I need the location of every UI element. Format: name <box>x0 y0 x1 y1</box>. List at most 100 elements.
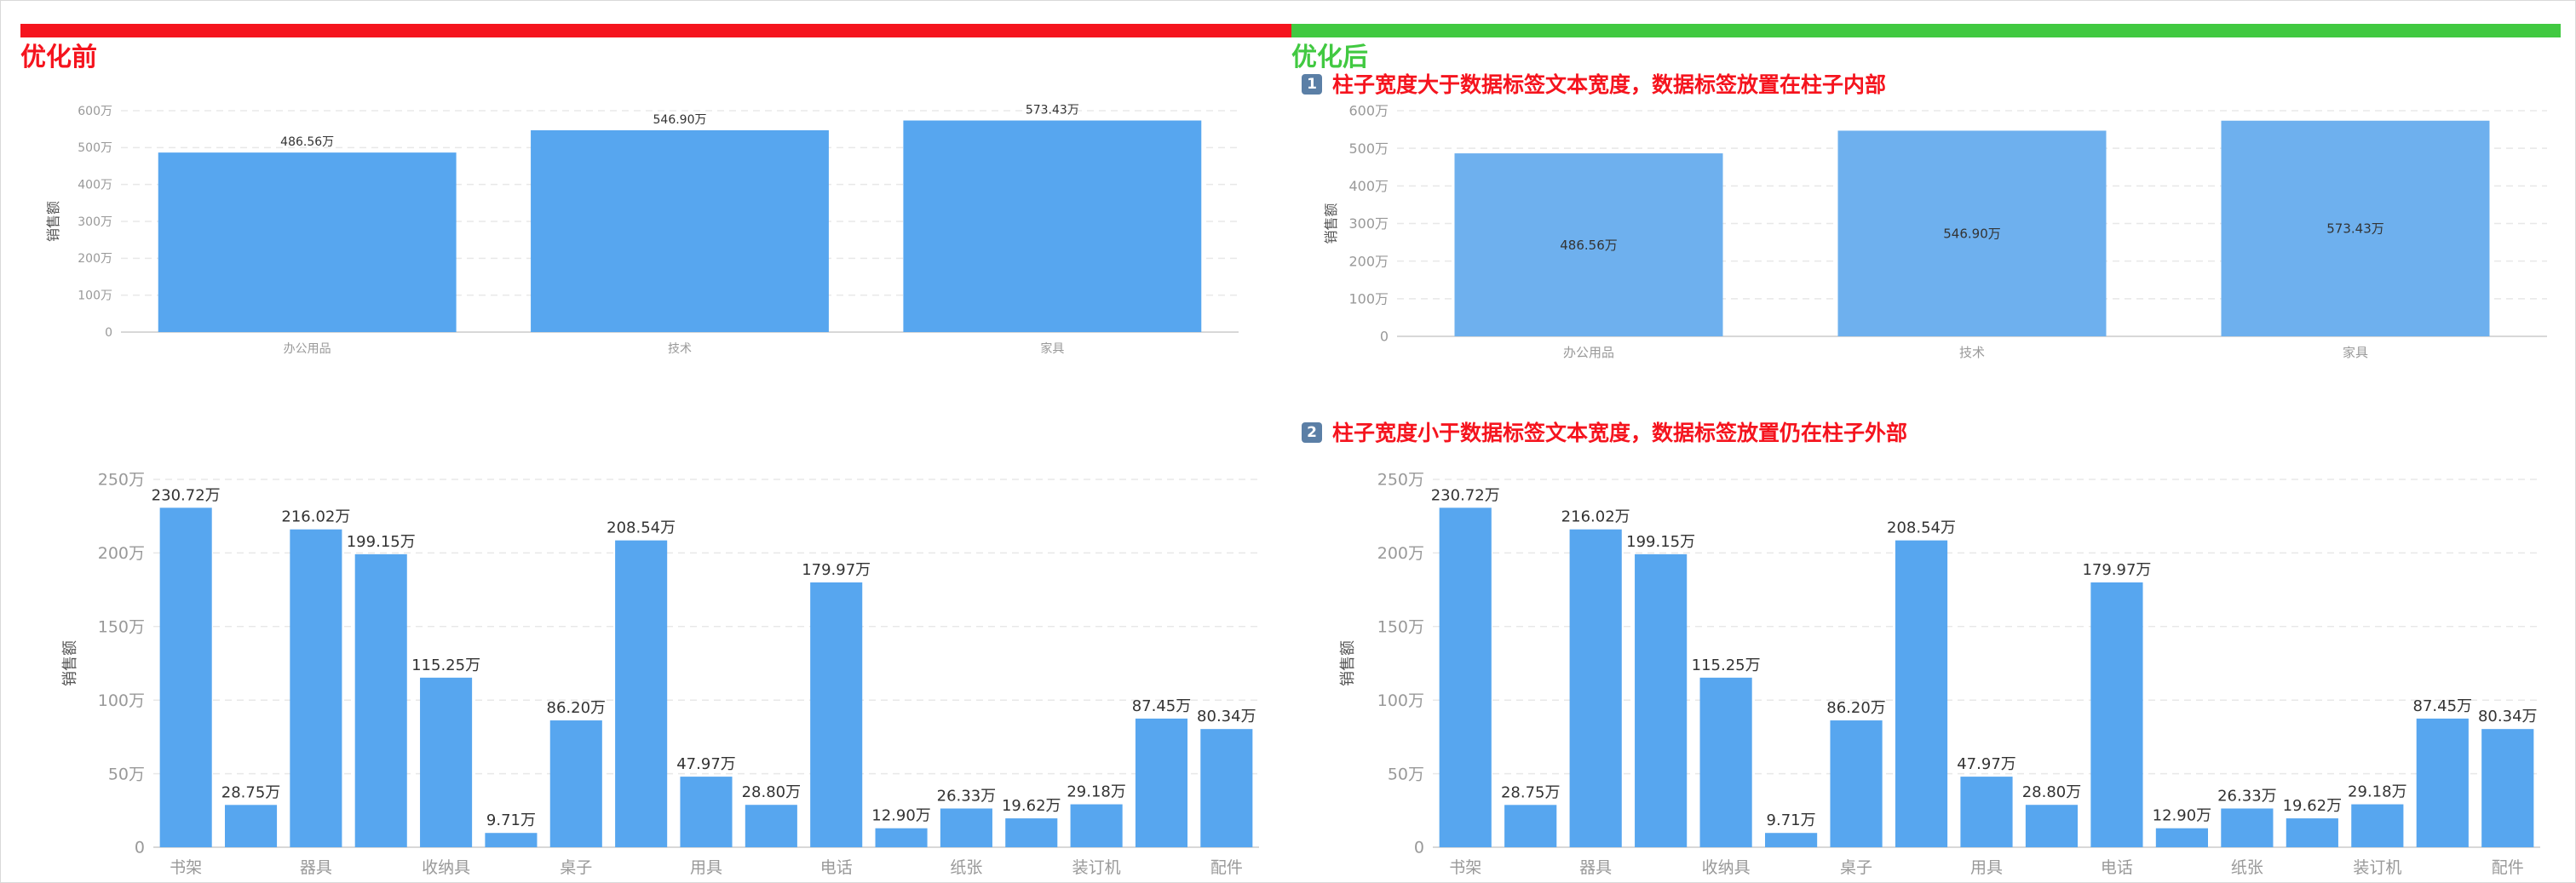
y-tick-label: 0 <box>135 839 145 857</box>
bar <box>1569 529 1622 847</box>
category-bar-chart-after: 0 100万 200万 300万 400万 500万 600万销售额 486.56万办公用品 5… <box>1323 103 2547 360</box>
bar <box>2221 808 2274 847</box>
data-label: 216.02万 <box>281 508 350 526</box>
data-label: 230.72万 <box>152 486 221 504</box>
data-label: 86.20万 <box>547 699 607 717</box>
bar <box>1699 677 1752 847</box>
bar <box>485 833 538 847</box>
bar <box>1200 729 1253 847</box>
data-label: 87.45万 <box>2413 697 2473 715</box>
y-tick-label: 100万 <box>1348 290 1389 307</box>
data-label: 12.90万 <box>871 807 931 825</box>
x-tick-label: 技术 <box>668 342 692 356</box>
bar <box>290 529 342 847</box>
y-tick-label: 100万 <box>78 290 112 303</box>
y-tick-label: 400万 <box>78 179 112 192</box>
data-label: 179.97万 <box>802 561 871 579</box>
bar <box>1765 833 1818 847</box>
bar <box>745 805 797 847</box>
x-tick-label: 书架 <box>1449 858 1481 877</box>
x-tick-label: 电话 <box>820 858 853 877</box>
y-tick-label: 150万 <box>98 617 145 636</box>
y-tick-label: 600万 <box>78 105 112 118</box>
category-bar-chart-before: 0 100万 200万 300万 400万 500万 600万销售额 486.56万办公用品 5… <box>45 104 1239 356</box>
y-tick-label: 200万 <box>78 252 112 266</box>
x-tick-label: 家具 <box>1040 341 1064 356</box>
data-label: 216.02万 <box>1561 508 1630 526</box>
data-label: 546.90万 <box>653 113 707 127</box>
data-label: 28.80万 <box>2022 783 2082 801</box>
x-tick-label: 收纳具 <box>422 858 470 877</box>
data-label: 29.18万 <box>1067 783 1126 801</box>
data-label: 47.97万 <box>1957 755 2016 773</box>
bar <box>2481 729 2534 847</box>
y-tick-label: 500万 <box>78 141 112 155</box>
bar <box>680 777 733 847</box>
bar <box>1830 720 1883 847</box>
bar <box>2090 582 2143 847</box>
y-tick-label: 50万 <box>108 765 145 783</box>
x-tick-label: 办公用品 <box>1563 345 1614 360</box>
bar <box>158 152 457 332</box>
bar <box>2155 828 2208 847</box>
y-tick-label: 200万 <box>1348 253 1389 269</box>
data-label: 28.75万 <box>1501 783 1561 801</box>
bar <box>354 553 407 847</box>
y-tick-label: 500万 <box>1348 140 1389 157</box>
data-label: 86.20万 <box>1826 699 1886 717</box>
data-label: 26.33万 <box>2217 788 2277 806</box>
subcategory-bar-chart-after: 0 50万 100万 150万 200万 250万销售额 230.72万书架 28.75万 21… <box>1339 471 2540 877</box>
y-tick-label: 250万 <box>1377 471 1424 490</box>
data-label: 115.25万 <box>1692 657 1761 674</box>
data-label: 28.75万 <box>221 783 281 801</box>
data-label: 9.71万 <box>1767 811 1816 829</box>
data-label: 9.71万 <box>486 811 536 829</box>
bar <box>1504 805 1557 847</box>
y-axis-title: 销售额 <box>45 201 61 242</box>
y-tick-label: 200万 <box>1377 544 1424 563</box>
bar <box>2025 805 2079 847</box>
bar <box>810 582 863 847</box>
data-label: 28.80万 <box>742 783 802 801</box>
bar <box>549 720 602 847</box>
bar <box>224 805 278 847</box>
data-label: 230.72万 <box>1431 486 1500 504</box>
y-tick-label: 200万 <box>98 544 145 563</box>
data-label: 80.34万 <box>2478 708 2538 725</box>
x-tick-label: 电话 <box>2101 858 2133 877</box>
x-tick-label: 办公用品 <box>284 342 331 356</box>
data-label: 12.90万 <box>2153 807 2212 825</box>
data-label: 486.56万 <box>1560 238 1618 253</box>
before-title: 优化前 <box>20 43 97 72</box>
bar <box>2416 718 2469 847</box>
x-tick-label: 器具 <box>1579 858 1612 877</box>
y-tick-label: 600万 <box>1348 103 1389 119</box>
data-label: 199.15万 <box>347 533 416 551</box>
y-axis-title: 销售额 <box>61 640 79 686</box>
data-label: 573.43万 <box>1026 104 1079 118</box>
data-label: 87.45万 <box>1132 697 1192 715</box>
data-label: 573.43万 <box>2326 221 2384 237</box>
x-tick-label: 纸张 <box>2231 858 2263 877</box>
bar <box>1439 507 1492 847</box>
data-label: 208.54万 <box>607 519 676 537</box>
bar <box>1135 718 1188 847</box>
y-tick-label: 400万 <box>1348 178 1389 194</box>
bar <box>875 828 928 847</box>
data-label: 26.33万 <box>937 788 997 806</box>
bar <box>2286 818 2338 847</box>
data-label: 199.15万 <box>1626 533 1695 551</box>
y-tick-label: 50万 <box>1388 765 1424 783</box>
x-tick-label: 用具 <box>690 858 722 877</box>
x-tick-label: 家具 <box>2343 345 2368 360</box>
bar <box>940 808 992 847</box>
data-label: 19.62万 <box>1002 797 1061 815</box>
y-tick-label: 0 <box>1380 329 1389 345</box>
bar <box>420 677 473 847</box>
y-tick-label: 150万 <box>1377 617 1424 636</box>
y-axis-title: 销售额 <box>1323 203 1339 244</box>
x-tick-label: 技术 <box>1959 345 1985 360</box>
data-label: 486.56万 <box>280 135 334 149</box>
y-tick-label: 0 <box>105 326 112 340</box>
bar <box>1960 777 2013 847</box>
